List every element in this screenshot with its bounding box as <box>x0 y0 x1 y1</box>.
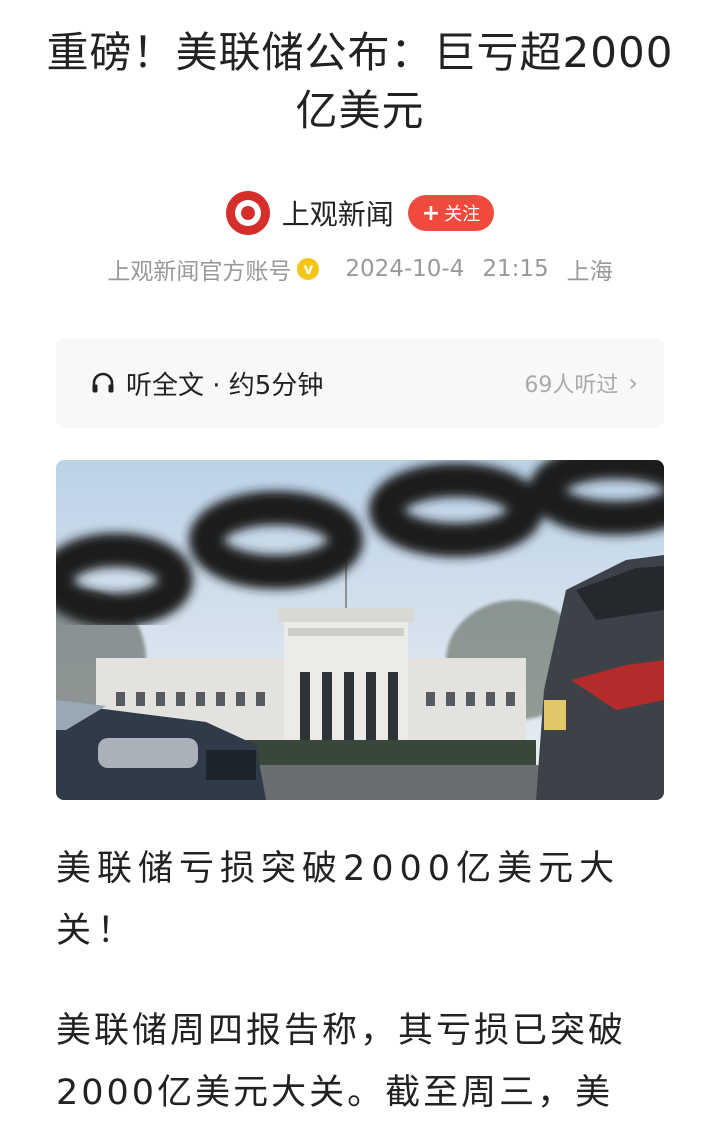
publish-location: 上海 <box>566 259 613 285</box>
federal-reserve-building-image <box>56 460 664 800</box>
body-paragraph-1: 美联储亏损突破2000亿美元大关！ <box>56 849 621 951</box>
plus-icon: + <box>421 200 441 226</box>
article-photo[interactable] <box>56 460 664 800</box>
listen-label: 听全文 · 约5分钟 <box>126 370 324 401</box>
follow-button[interactable]: + 关注 <box>407 195 495 231</box>
headphones-icon <box>90 370 116 396</box>
author-row: 上观新闻 + 关注 <box>0 190 720 236</box>
account-label: 上观新闻官方账号 <box>107 259 292 285</box>
body-paragraph-2: 美联储周四报告称，其亏损已突破2000亿美元大关。截至周三，美 <box>56 1011 627 1113</box>
author-name[interactable]: 上观新闻 <box>282 193 394 233</box>
verified-icon: v <box>297 258 320 280</box>
article-meta: 上观新闻官方账号 v 2024-10-4 21:15 上海 <box>0 252 720 286</box>
chevron-right-icon: › <box>628 369 638 397</box>
follow-label: 关注 <box>444 204 481 225</box>
article-title: 重磅！美联储公布：巨亏超2000亿美元 <box>46 28 674 135</box>
listen-count: 69人听过 <box>524 373 619 398</box>
publisher-logo[interactable] <box>225 191 270 235</box>
publish-date: 2024-10-4 <box>345 256 465 282</box>
publish-time: 21:15 <box>482 256 549 282</box>
listen-full-text-bar[interactable]: 听全文 · 约5分钟 69人听过 › <box>56 338 664 428</box>
